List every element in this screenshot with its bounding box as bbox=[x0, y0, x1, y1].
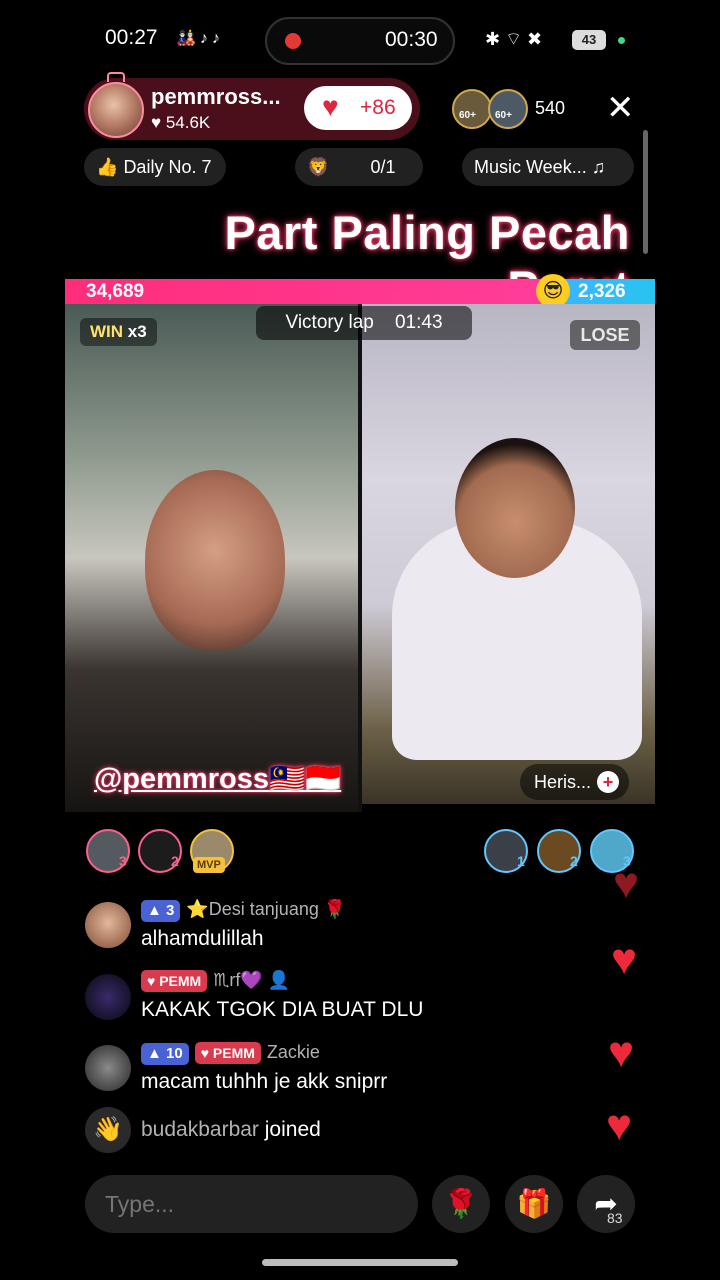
viewer-badge: 60+ bbox=[495, 110, 512, 121]
wave-icon: 👋 bbox=[85, 1107, 131, 1153]
recording-time: 00:30 bbox=[385, 28, 438, 51]
fan-badge: ♥ PEMM bbox=[141, 970, 208, 992]
chat-meta: ▲ 3 ⭐Desi tanjuang 🌹 bbox=[141, 899, 346, 922]
chat-meta: ▲ 10 ♥ PEMM Zackie bbox=[141, 1042, 320, 1065]
rose-gift-button[interactable]: 🌹 bbox=[432, 1175, 490, 1233]
daily-ranking-pill[interactable]: 👍 Daily No. 7 bbox=[84, 148, 226, 186]
level-badge: ▲ 10 bbox=[141, 1043, 189, 1065]
user-icon: 👤 bbox=[267, 970, 291, 990]
daily-ranking-label: Daily No. 7 bbox=[123, 157, 212, 177]
viewer-badge: 60+ bbox=[459, 110, 476, 121]
music-week-label: Music Week... bbox=[474, 157, 587, 177]
mvp-badge: MVP bbox=[193, 857, 225, 873]
privacy-indicator-dot bbox=[618, 37, 625, 44]
host-handle: @pemmross🇲🇾🇮🇩 bbox=[94, 763, 342, 795]
victory-label: Victory lap bbox=[285, 312, 374, 333]
share-button[interactable]: ➦ bbox=[577, 1175, 635, 1233]
heart-icon: ♥ bbox=[151, 113, 162, 132]
joined-label: joined bbox=[264, 1118, 321, 1141]
chat-avatar[interactable] bbox=[85, 974, 131, 1020]
opponent-video-person bbox=[455, 438, 575, 578]
victory-time: 01:43 bbox=[394, 312, 443, 333]
opponent-handle-chip[interactable]: Heris... + bbox=[520, 764, 630, 800]
goal-progress-label: 0/1 bbox=[370, 157, 396, 177]
heart-icon: ♥ bbox=[610, 935, 638, 984]
host-likes-count: 54.6K bbox=[165, 113, 211, 132]
heart-icon: ♥ bbox=[607, 1028, 635, 1077]
connectivity-icons: ✱ ⌔ ✖ bbox=[485, 29, 543, 49]
share-count: 83 bbox=[607, 1210, 623, 1226]
gift-button[interactable]: 🎁 bbox=[505, 1175, 563, 1233]
chat-message: KAKAK TGOK DIA BUAT DLU bbox=[141, 998, 424, 1021]
notification-icons: 🎎♪♪ bbox=[176, 30, 224, 47]
status-time: 00:27 bbox=[105, 26, 158, 49]
victory-lap-timer: Victory lap 01:43 bbox=[256, 306, 472, 340]
thumbs-up-icon: 👍 bbox=[96, 157, 119, 177]
home-indicator[interactable] bbox=[262, 1259, 458, 1266]
supporter-rank: 1 bbox=[517, 853, 525, 869]
top-viewer-avatar[interactable] bbox=[452, 89, 492, 129]
right-score: 2,326 bbox=[578, 281, 626, 302]
win-streak-badge: WIN x3 bbox=[80, 318, 157, 346]
chat-avatar[interactable] bbox=[85, 902, 131, 948]
chat-username[interactable]: Zackie bbox=[267, 1042, 320, 1062]
chat-avatar[interactable] bbox=[85, 1045, 131, 1091]
chat-message: alhamdulillah bbox=[141, 927, 264, 950]
viewer-count[interactable]: 540 bbox=[535, 98, 565, 119]
plus-icon[interactable]: + bbox=[597, 771, 620, 793]
chat-username[interactable]: ♏rf💜 bbox=[213, 970, 263, 990]
supporter-rank: 2 bbox=[570, 853, 578, 869]
win-label: WIN bbox=[90, 322, 124, 341]
battery-icon: 43 bbox=[572, 30, 606, 50]
cool-face-icon: 😎 bbox=[536, 274, 570, 308]
comment-input[interactable] bbox=[85, 1175, 418, 1233]
top-viewer-avatar[interactable] bbox=[488, 89, 528, 129]
heart-icon: ♥ bbox=[612, 859, 640, 908]
fan-club-name: PEMM bbox=[212, 1045, 255, 1061]
supporter-rank: 2 bbox=[171, 853, 179, 869]
host-name[interactable]: pemmross... bbox=[151, 84, 281, 110]
fan-badge: ♥ PEMM bbox=[194, 1042, 261, 1064]
lose-badge: LOSE bbox=[570, 320, 640, 350]
lion-icon: 🦁 bbox=[307, 157, 330, 177]
gift-icon: 🎁 bbox=[516, 1188, 552, 1219]
fan-club-name: PEMM bbox=[159, 973, 202, 989]
close-icon[interactable]: ✕ bbox=[606, 90, 635, 126]
host-likes: ♥ 54.6K bbox=[151, 113, 210, 133]
opponent-handle: Heris... bbox=[534, 772, 592, 792]
crown-icon bbox=[107, 72, 125, 82]
chat-meta: ♥ PEMM ♏rf💜 👤 bbox=[141, 970, 290, 992]
record-icon bbox=[285, 33, 301, 49]
level-number: 10 bbox=[166, 1045, 183, 1062]
host-avatar[interactable] bbox=[88, 82, 144, 138]
heart-icon: ♥ bbox=[605, 1101, 633, 1150]
left-score: 34,689 bbox=[86, 281, 145, 302]
battle-divider bbox=[358, 304, 362, 812]
music-icon: ♫ bbox=[591, 157, 606, 177]
level-badge: ▲ 3 bbox=[141, 900, 181, 922]
win-count: x3 bbox=[127, 322, 147, 341]
join-notice: budakbarbar joined bbox=[141, 1118, 321, 1142]
host-video-person bbox=[145, 470, 285, 650]
chat-message: macam tuhhh je akk sniprr bbox=[141, 1070, 388, 1093]
goal-progress-pill[interactable]: 🦁 0/1 bbox=[295, 148, 423, 186]
follow-button[interactable] bbox=[304, 86, 412, 130]
follow-count: +86 bbox=[360, 96, 396, 119]
heart-icon: ♥ bbox=[322, 91, 339, 122]
chat-username[interactable]: ⭐Desi tanjuang 🌹 bbox=[186, 899, 346, 919]
rose-icon: 🌹 bbox=[443, 1188, 479, 1219]
music-week-pill[interactable]: Music Week... ♫ bbox=[462, 148, 634, 186]
level-number: 3 bbox=[166, 902, 175, 919]
supporter-rank: 3 bbox=[119, 853, 127, 869]
scrollbar[interactable] bbox=[643, 130, 648, 254]
joined-username[interactable]: budakbarbar bbox=[141, 1118, 259, 1141]
